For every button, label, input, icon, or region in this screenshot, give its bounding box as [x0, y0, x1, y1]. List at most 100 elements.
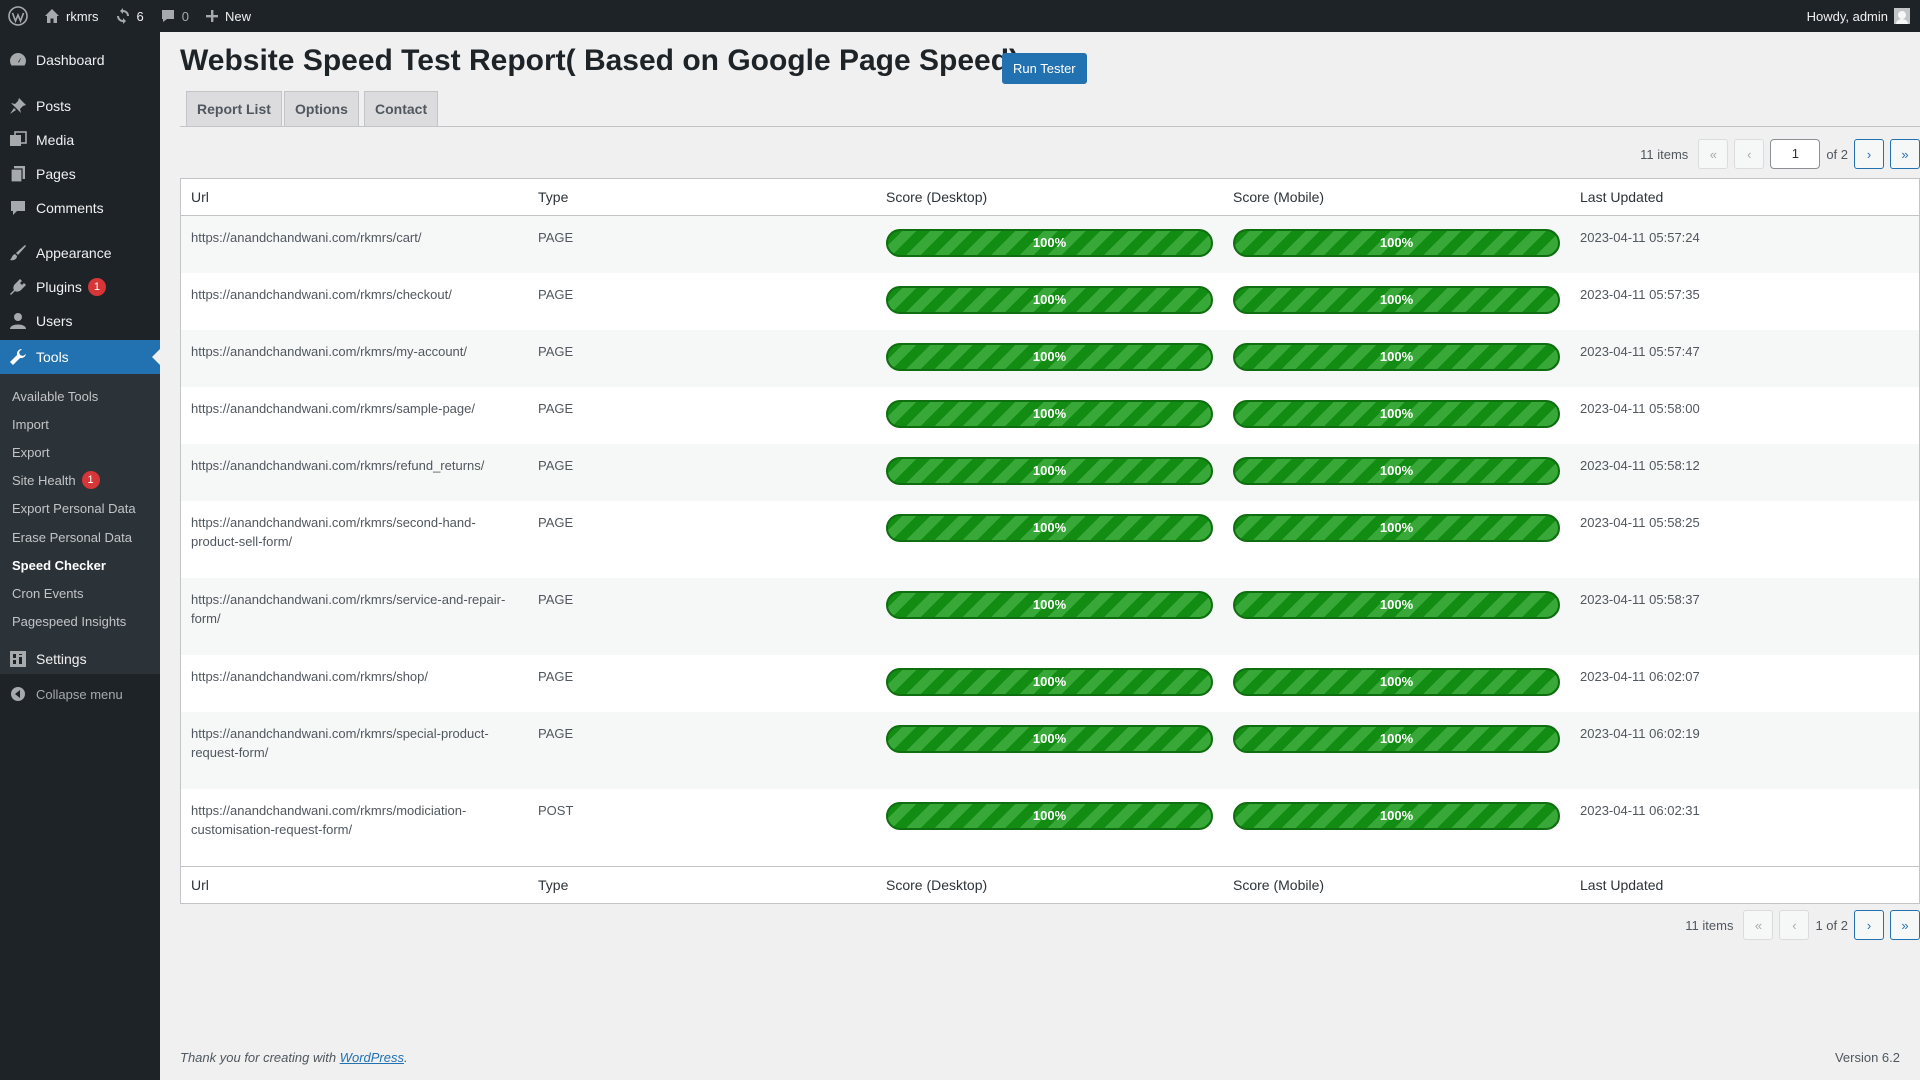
sidebar-item-label: Appearance [36, 245, 112, 261]
updates-count: 6 [136, 8, 144, 24]
submenu-import[interactable]: Import [12, 414, 49, 434]
submenu-cron-events[interactable]: Cron Events [12, 583, 84, 603]
last-page-button[interactable]: » [1890, 139, 1920, 169]
submenu-site-health[interactable]: Site Health 1 [12, 470, 100, 490]
mobile-score-label: 100% [1379, 731, 1414, 746]
row-mobile-score: 100% [1223, 330, 1570, 387]
column-header-last-updated[interactable]: Last Updated [1570, 189, 1919, 205]
sidebar-item-settings[interactable]: Settings [0, 642, 160, 676]
sidebar-item-label: Tools [36, 349, 69, 365]
row-type: PAGE [538, 401, 574, 416]
column-footer-url[interactable]: Url [181, 877, 528, 893]
column-header-type[interactable]: Type [528, 189, 876, 205]
submenu-available-tools[interactable]: Available Tools [12, 386, 98, 406]
comment-icon [160, 8, 176, 24]
mobile-score-label: 100% [1379, 463, 1414, 478]
submenu-pagespeed-insights[interactable]: Pagespeed Insights [12, 611, 126, 631]
row-url: https://anandchandwani.com/rkmrs/sample-… [191, 401, 475, 416]
user-icon [0, 312, 36, 330]
row-desktop-score: 100% [876, 273, 1223, 330]
column-header-mobile-score[interactable]: Score (Mobile) [1223, 189, 1570, 205]
next-page-button[interactable]: › [1854, 139, 1884, 169]
row-type: PAGE [538, 669, 574, 684]
footer-thanks: Thank you for creating with WordPress. [180, 1050, 408, 1065]
mobile-score-label: 100% [1379, 349, 1414, 364]
desktop-score-bar: 100% [886, 725, 1213, 753]
first-page-button[interactable]: « [1698, 139, 1729, 169]
mobile-score-bar: 100% [1233, 286, 1560, 314]
sidebar-item-users[interactable]: Users [0, 304, 160, 338]
sidebar-item-media[interactable]: Media [0, 123, 160, 157]
column-header-desktop-score[interactable]: Score (Desktop) [876, 189, 1223, 205]
table-row: https://anandchandwani.com/rkmrs/sample-… [181, 387, 1919, 444]
row-desktop-score: 100% [876, 387, 1223, 444]
wordpress-logo-icon[interactable] [0, 0, 36, 32]
sidebar-item-posts[interactable]: Posts [0, 89, 160, 123]
desktop-score-label: 100% [1032, 731, 1067, 746]
desktop-score-bar: 100% [886, 229, 1213, 257]
my-account-link[interactable]: Howdy, admin [1799, 0, 1920, 32]
media-icon [0, 131, 36, 149]
sidebar-item-dashboard[interactable]: Dashboard [0, 43, 160, 77]
next-page-button[interactable]: › [1854, 910, 1884, 940]
updates-icon [115, 8, 131, 24]
prev-page-button[interactable]: ‹ [1779, 910, 1810, 940]
wordpress-link[interactable]: WordPress [340, 1050, 404, 1065]
first-page-button[interactable]: « [1743, 910, 1774, 940]
updates-link[interactable]: 6 [107, 0, 152, 32]
admin-menu: Dashboard Posts Media Pages Comments App… [0, 32, 160, 1080]
site-name-link[interactable]: rkmrs [36, 0, 107, 32]
row-url: https://anandchandwani.com/rkmrs/shop/ [191, 669, 429, 684]
submenu-export-personal-data[interactable]: Export Personal Data [12, 498, 136, 518]
column-footer-mobile-score[interactable]: Score (Mobile) [1223, 877, 1570, 893]
row-type: PAGE [538, 287, 574, 302]
row-url: https://anandchandwani.com/rkmrs/my-acco… [191, 344, 468, 359]
admin-footer: Thank you for creating with WordPress. V… [180, 1050, 1900, 1065]
sidebar-item-plugins[interactable]: Plugins 1 [0, 270, 160, 304]
column-header-url[interactable]: Url [181, 189, 528, 205]
column-footer-last-updated[interactable]: Last Updated [1570, 877, 1919, 893]
column-footer-type[interactable]: Type [528, 877, 876, 893]
submenu-erase-personal-data[interactable]: Erase Personal Data [12, 527, 132, 547]
comment-icon [0, 199, 36, 217]
sidebar-item-tools[interactable]: Tools [0, 340, 160, 374]
table-row: https://anandchandwani.com/rkmrs/second-… [181, 501, 1919, 578]
desktop-score-bar: 100% [886, 802, 1213, 830]
column-footer-desktop-score[interactable]: Score (Desktop) [876, 877, 1223, 893]
new-content-link[interactable]: New [197, 0, 259, 32]
row-mobile-score: 100% [1223, 273, 1570, 330]
dashboard-icon [0, 51, 36, 69]
sidebar-item-appearance[interactable]: Appearance [0, 236, 160, 270]
run-tester-button[interactable]: Run Tester [1002, 53, 1087, 84]
sidebar-item-pages[interactable]: Pages [0, 157, 160, 191]
new-label: New [224, 8, 251, 24]
submenu-export[interactable]: Export [12, 442, 50, 462]
tab-options[interactable]: Options [284, 91, 359, 126]
row-type: PAGE [538, 515, 574, 530]
row-type: PAGE [538, 592, 574, 607]
row-mobile-score: 100% [1223, 387, 1570, 444]
sidebar-item-comments[interactable]: Comments [0, 191, 160, 225]
prev-page-button[interactable]: ‹ [1734, 139, 1765, 169]
items-count: 11 items [1640, 146, 1689, 162]
current-page-input[interactable]: 1 [1770, 139, 1821, 169]
row-desktop-score: 100% [876, 655, 1223, 712]
collapse-menu-button[interactable]: Collapse menu [0, 677, 160, 711]
pages-icon [0, 165, 36, 183]
row-last-updated: 2023-04-11 05:58:12 [1580, 458, 1700, 473]
report-table: Url Type Score (Desktop) Score (Mobile) … [180, 178, 1920, 904]
tab-contact[interactable]: Contact [364, 91, 439, 126]
table-row: https://anandchandwani.com/rkmrs/modicia… [181, 789, 1919, 866]
row-desktop-score: 100% [876, 330, 1223, 387]
comments-link[interactable]: 0 [152, 0, 197, 32]
tab-report-list[interactable]: Report List [186, 91, 282, 126]
collapse-label: Collapse menu [36, 686, 123, 702]
sidebar-item-label: Plugins [36, 279, 82, 295]
sidebar-item-label: Pages [36, 166, 76, 182]
mobile-score-label: 100% [1379, 406, 1414, 421]
footer-thanks-text: Thank you for creating with [180, 1050, 337, 1065]
row-url: https://anandchandwani.com/rkmrs/refund_… [191, 458, 485, 473]
submenu-speed-checker[interactable]: Speed Checker [12, 555, 106, 575]
mobile-score-label: 100% [1379, 292, 1414, 307]
last-page-button[interactable]: » [1890, 910, 1920, 940]
